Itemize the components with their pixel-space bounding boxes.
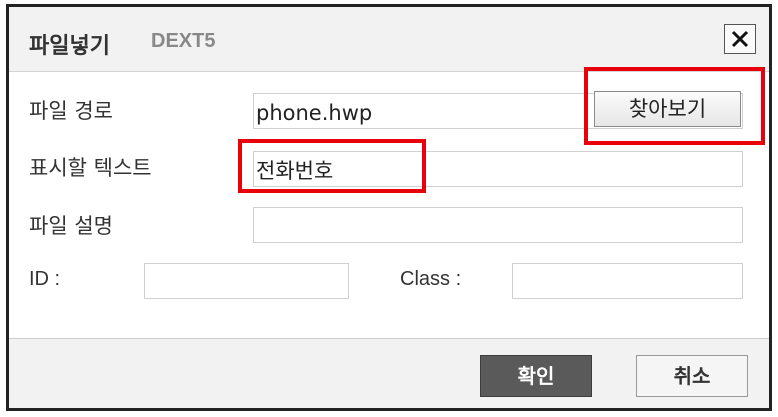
file-path-value: phone.hwp	[256, 101, 373, 125]
id-label: ID :	[29, 268, 61, 290]
dialog-footer: 확인 취소	[9, 338, 769, 408]
file-description-input[interactable]	[253, 207, 743, 243]
dialog-titlebar: 파일넣기 DEXT5	[9, 7, 769, 72]
class-input[interactable]	[512, 263, 743, 299]
display-text-highlight-box	[238, 139, 426, 193]
display-text-label: 표시할 텍스트	[29, 156, 152, 180]
file-description-label: 파일 설명	[29, 214, 113, 238]
id-input[interactable]	[144, 263, 349, 299]
cancel-button[interactable]: 취소	[636, 355, 748, 397]
close-button[interactable]	[724, 24, 756, 54]
dialog-brand: DEXT5	[151, 30, 216, 52]
close-icon	[731, 30, 749, 48]
ok-button[interactable]: 확인	[480, 355, 592, 397]
browse-highlight-box	[584, 67, 765, 145]
file-path-label: 파일 경로	[29, 99, 113, 123]
class-label: Class :	[400, 268, 462, 290]
dialog-title: 파일넣기	[29, 34, 110, 59]
